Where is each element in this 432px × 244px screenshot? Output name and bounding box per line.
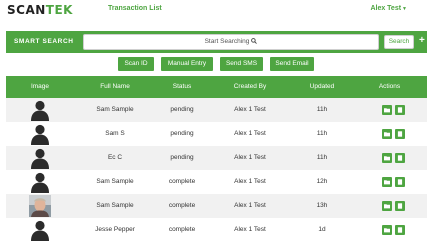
open-folder-button[interactable] bbox=[382, 225, 392, 235]
brand-name-part2: TEK bbox=[45, 3, 73, 17]
avatar-photo bbox=[29, 195, 51, 217]
view-document-button[interactable] bbox=[395, 177, 405, 187]
search-button[interactable]: Search bbox=[384, 35, 414, 49]
search-placeholder: Start Searching bbox=[204, 38, 250, 45]
cell-updated: 12h bbox=[316, 178, 328, 185]
user-name: Alex Test bbox=[370, 5, 402, 12]
cell-full-name: Sam Sample bbox=[96, 202, 134, 209]
cell-created-by: Alex 1 Test bbox=[234, 106, 266, 113]
cell-full-name: Sam Sample bbox=[96, 106, 134, 113]
open-folder-button[interactable] bbox=[382, 105, 392, 115]
cell-updated: 11h bbox=[316, 106, 328, 113]
view-document-button[interactable] bbox=[395, 105, 405, 115]
cell-full-name: Sam S bbox=[105, 130, 125, 137]
table-row[interactable]: Jesse Pepper complete Alex 1 Test 1d bbox=[6, 218, 427, 242]
smart-search-label: SMART SEARCH bbox=[14, 38, 74, 45]
add-icon[interactable]: + bbox=[419, 35, 425, 47]
view-document-button[interactable] bbox=[395, 225, 405, 235]
table-row[interactable]: Sam Sample complete Alex 1 Test 12h bbox=[6, 170, 427, 194]
cell-created-by: Alex 1 Test bbox=[234, 202, 266, 209]
cell-status: pending bbox=[170, 106, 194, 113]
header-created-by: Created By bbox=[233, 83, 267, 90]
cell-full-name: Jesse Pepper bbox=[95, 226, 135, 233]
header-status: Status bbox=[172, 83, 192, 90]
table-row[interactable]: Sam Sample complete Alex 1 Test 13h bbox=[6, 194, 427, 218]
table-body: Sam Sample pending Alex 1 Test 11h Sam S pend… bbox=[6, 98, 427, 242]
avatar-silhouette-icon bbox=[29, 147, 51, 169]
view-document-button[interactable] bbox=[395, 153, 405, 163]
brand-logo[interactable]: SCANTEK bbox=[7, 3, 73, 17]
header-full-name: Full Name bbox=[100, 83, 130, 90]
header-updated: Updated bbox=[309, 83, 335, 90]
search-icon bbox=[251, 38, 258, 44]
open-folder-button[interactable] bbox=[382, 177, 392, 187]
transactions-table: Image Full Name Status Created By Update… bbox=[6, 76, 427, 242]
header-image: Image bbox=[30, 83, 50, 90]
open-folder-button[interactable] bbox=[382, 129, 392, 139]
open-folder-button[interactable] bbox=[382, 201, 392, 211]
brand-name-part1: SCAN bbox=[7, 3, 46, 17]
open-folder-button[interactable] bbox=[382, 153, 392, 163]
avatar-silhouette-icon bbox=[29, 171, 51, 193]
view-document-button[interactable] bbox=[395, 129, 405, 139]
cell-updated: 11h bbox=[316, 154, 328, 161]
search-input[interactable]: Start Searching bbox=[83, 34, 379, 50]
table-row[interactable]: Sam S pending Alex 1 Test 11h bbox=[6, 122, 427, 146]
cell-updated: 1d bbox=[318, 226, 326, 233]
avatar-silhouette-icon bbox=[29, 99, 51, 121]
avatar-silhouette-icon bbox=[29, 219, 51, 241]
cell-status: complete bbox=[168, 202, 196, 209]
table-header: Image Full Name Status Created By Update… bbox=[6, 76, 427, 98]
table-row[interactable]: Ec C pending Alex 1 Test 11h bbox=[6, 146, 427, 170]
cell-created-by: Alex 1 Test bbox=[234, 154, 266, 161]
cell-status: complete bbox=[168, 178, 196, 185]
cell-status: pending bbox=[170, 130, 194, 137]
avatar-silhouette-icon bbox=[29, 123, 51, 145]
cell-created-by: Alex 1 Test bbox=[234, 130, 266, 137]
header-actions: Actions bbox=[378, 83, 401, 90]
manual-entry-button[interactable]: Manual Entry bbox=[161, 57, 213, 71]
cell-full-name: Sam Sample bbox=[96, 178, 134, 185]
view-document-button[interactable] bbox=[395, 201, 405, 211]
send-sms-button[interactable]: Send SMS bbox=[220, 57, 263, 71]
caret-down-icon: ▼ bbox=[402, 6, 407, 12]
send-email-button[interactable]: Send Email bbox=[270, 57, 314, 71]
cell-status: pending bbox=[170, 154, 194, 161]
cell-status: complete bbox=[168, 226, 196, 233]
cell-updated: 13h bbox=[316, 202, 328, 209]
nav-transaction-list[interactable]: Transaction List bbox=[108, 5, 162, 12]
user-menu[interactable]: Alex Test▼ bbox=[370, 5, 407, 12]
cell-full-name: Ec C bbox=[107, 154, 123, 161]
cell-created-by: Alex 1 Test bbox=[234, 178, 266, 185]
cell-created-by: Alex 1 Test bbox=[234, 226, 266, 233]
smart-search-bar: SMART SEARCH Start Searching Search + bbox=[6, 31, 427, 53]
top-navbar: SCANTEK Transaction List Alex Test▼ bbox=[0, 0, 432, 22]
scan-id-button[interactable]: Scan ID bbox=[118, 57, 154, 71]
cell-updated: 11h bbox=[316, 130, 328, 137]
table-row[interactable]: Sam Sample pending Alex 1 Test 11h bbox=[6, 98, 427, 122]
